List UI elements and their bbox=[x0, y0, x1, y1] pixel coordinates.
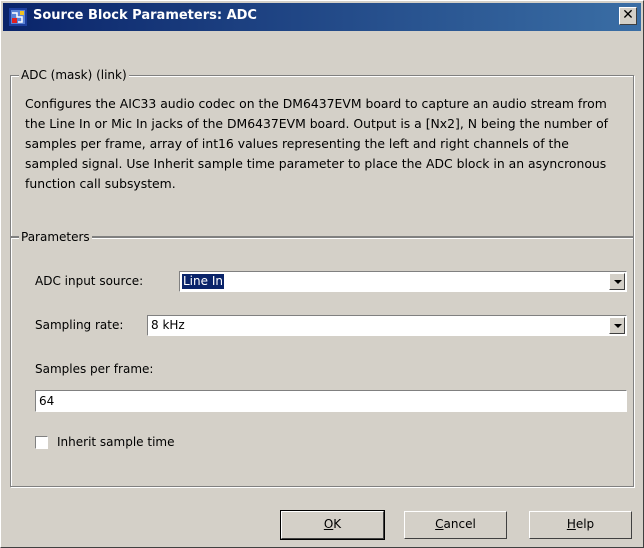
window-title: Source Block Parameters: ADC bbox=[33, 8, 257, 23]
simulink-block-icon bbox=[9, 8, 27, 26]
close-icon: ✕ bbox=[622, 7, 634, 23]
inherit-sample-time-label[interactable]: Inherit sample time bbox=[57, 435, 174, 449]
description-group: ADC (mask) (link) Configures the AIC33 a… bbox=[10, 68, 634, 237]
samples-per-frame-label: Samples per frame: bbox=[35, 362, 154, 376]
ok-label: K bbox=[333, 517, 342, 531]
adc-input-source-select[interactable]: Line In bbox=[179, 271, 627, 292]
cancel-accel: C bbox=[435, 517, 444, 531]
title-bar[interactable]: Source Block Parameters: ADC ✕ bbox=[3, 3, 641, 31]
inherit-sample-time-checkbox[interactable] bbox=[35, 436, 48, 449]
chevron-down-icon[interactable] bbox=[609, 273, 625, 290]
sampling-rate-select[interactable]: 8 kHz bbox=[147, 315, 627, 336]
description-legend: ADC (mask) (link) bbox=[19, 68, 129, 82]
chevron-down-icon[interactable] bbox=[609, 317, 625, 334]
help-accel: H bbox=[566, 517, 576, 531]
sampling-rate-value: 8 kHz bbox=[151, 318, 185, 332]
parameters-group: Parameters ADC input source: Line In Sam… bbox=[10, 230, 634, 487]
close-button[interactable]: ✕ bbox=[619, 7, 637, 25]
dialog-window: Source Block Parameters: ADC ✕ ADC (mask… bbox=[0, 0, 644, 548]
adc-input-source-value: Line In bbox=[181, 273, 225, 290]
help-button[interactable]: Help bbox=[529, 511, 632, 539]
ok-button[interactable]: OK bbox=[280, 510, 385, 540]
cancel-button[interactable]: Cancel bbox=[404, 511, 507, 539]
sampling-rate-label: Sampling rate: bbox=[35, 318, 124, 332]
cancel-label: ancel bbox=[443, 517, 476, 531]
adc-input-source-label: ADC input source: bbox=[35, 274, 144, 288]
help-label: elp bbox=[575, 517, 595, 531]
description-text: Configures the AIC33 audio codec on the … bbox=[25, 96, 609, 191]
parameters-legend: Parameters bbox=[19, 230, 92, 244]
samples-per-frame-input[interactable]: 64 bbox=[35, 390, 627, 412]
ok-accel: O bbox=[323, 517, 334, 531]
